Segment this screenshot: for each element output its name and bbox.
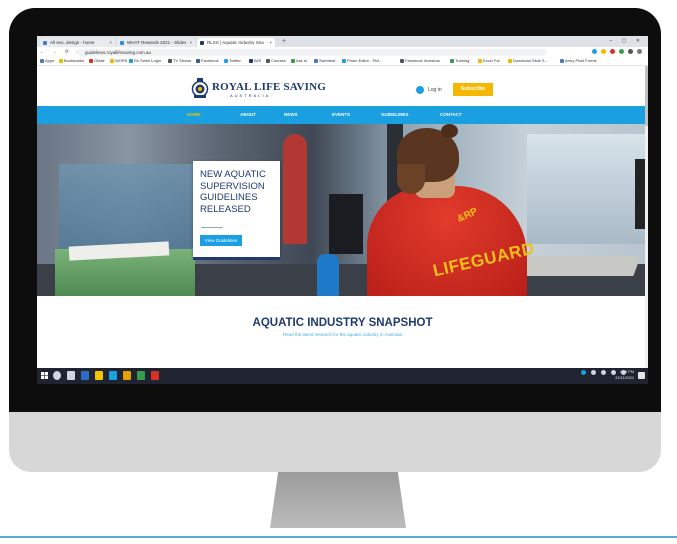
extension-icon[interactable]	[619, 49, 624, 54]
tab-favicon-icon	[43, 40, 47, 45]
nav-item-contact[interactable]: CONTACT	[440, 106, 462, 124]
app-icon[interactable]	[151, 371, 159, 380]
brand-name[interactable]: ROYAL LIFE SAVING	[212, 81, 326, 93]
task-view-icon[interactable]	[67, 371, 75, 380]
hero-banner: &RP LIFEGUARD	[37, 124, 648, 296]
close-icon[interactable]: ×	[109, 38, 112, 47]
bookmark-item[interactable]: Apps	[40, 57, 54, 65]
close-icon[interactable]: ×	[269, 38, 272, 47]
notification-icon[interactable]	[638, 372, 645, 379]
extension-icon[interactable]	[601, 49, 606, 54]
site-header: ROYAL LIFE SAVING AUSTRALIA Log in Subsc…	[37, 66, 648, 106]
bookmark-item[interactable]: Facebook	[196, 57, 219, 65]
bookmark-item[interactable]: Bookmarks	[59, 57, 84, 65]
hero-water-bottle	[317, 254, 339, 296]
new-tab-button[interactable]: +	[282, 37, 286, 46]
app-icon[interactable]	[123, 371, 131, 380]
bookmark-item[interactable]: GMail	[89, 57, 104, 65]
bookmark-item[interactable]: WORK	[110, 57, 127, 65]
section-title: AQUATIC INDUSTRY SNAPSHOT	[252, 317, 433, 329]
window-controls[interactable]: – ▢ ✕	[610, 37, 644, 46]
hero-monitor	[329, 194, 363, 254]
hero-title: NEW AQUATIC SUPERVISION GUIDELINES RELEA…	[200, 169, 266, 215]
nav-item-events[interactable]: EVENTS	[332, 106, 350, 124]
nav-item-guidelines[interactable]: GUIDELINES	[381, 106, 409, 124]
tab-label: RLSS | Aquatic Industry Sna	[207, 40, 264, 45]
profile-icon[interactable]	[628, 49, 633, 54]
bookmark-item[interactable]: Training	[450, 57, 469, 65]
promo-accent-bar	[193, 257, 280, 260]
search-icon[interactable]	[53, 371, 61, 380]
bookmarks-bar: Apps Bookmarks GMail WORK Ro Swim Login TV Sh…	[37, 57, 648, 66]
bookmark-item[interactable]: Photo Editor - Pixl...	[342, 57, 382, 65]
clock[interactable]: 1:53 PM 22/11/2021	[615, 370, 634, 381]
extension-icon[interactable]	[610, 49, 615, 54]
extension-icon[interactable]	[592, 49, 597, 54]
hero-lifeguard-jacket	[367, 186, 527, 296]
browser-tab-bar: All seo, design - home × WHAT Rewards 20…	[37, 36, 648, 47]
menu-icon[interactable]	[637, 49, 642, 54]
bookmark-item[interactable]: Download Slide S...	[508, 57, 548, 65]
section-subtitle[interactable]: Read the latest research for the aquatic…	[37, 332, 648, 337]
nav-item-news[interactable]: NEWS	[284, 106, 298, 124]
rlss-crest-icon[interactable]	[191, 78, 209, 98]
tab-label: All seo, design - home	[50, 40, 95, 45]
bookmark-item[interactable]: Courses	[266, 57, 286, 65]
chevron-up-icon[interactable]	[591, 370, 596, 375]
windows-taskbar: 1:53 PM 22/11/2021	[37, 368, 648, 384]
bookmark-item[interactable]: Excel For	[478, 57, 500, 65]
subscribe-button[interactable]: Subscribe	[453, 83, 493, 96]
browser-icon[interactable]	[109, 371, 117, 380]
url-input[interactable]: guidelines.royallifesaving.com.au	[77, 48, 547, 56]
close-icon[interactable]: ×	[189, 38, 192, 47]
bookmark-item[interactable]: IMS	[249, 57, 261, 65]
scrollbar-thumb[interactable]	[645, 66, 648, 126]
bookmark-item[interactable]: Ro Swim Login	[129, 57, 161, 65]
promo-divider	[201, 227, 223, 228]
hero-lifeguard-hair	[441, 124, 458, 138]
monitor-chin	[9, 412, 661, 472]
hero-lifeguard-beard	[397, 164, 425, 194]
word-icon[interactable]	[81, 371, 89, 380]
browser-tab-active[interactable]: RLSS | Aquatic Industry Sna ×	[197, 38, 275, 47]
login-link[interactable]: Log in	[428, 86, 442, 94]
main-nav: HOME ABOUT NEWS EVENTS GUIDELINES CONTAC…	[37, 106, 648, 124]
bookmark-item[interactable]: Army Pixel Forms	[560, 57, 597, 65]
file-explorer-icon[interactable]	[95, 371, 103, 380]
hero-promo-card: NEW AQUATIC SUPERVISION GUIDELINES RELEA…	[193, 161, 280, 257]
user-icon[interactable]	[416, 86, 424, 94]
extension-icons	[592, 49, 642, 54]
browser-tab[interactable]: All seo, design - home ×	[40, 38, 115, 47]
floor-line	[0, 536, 677, 538]
browser-tab[interactable]: WHAT Rewards 2021 - Slides ×	[117, 38, 195, 47]
tab-label: WHAT Rewards 2021 - Slides	[127, 40, 187, 45]
nav-item-home[interactable]: HOME	[187, 106, 201, 124]
taskbar-apps	[53, 371, 159, 380]
tab-favicon-icon	[200, 40, 204, 45]
bookmark-item[interactable]: Facebook Investors	[400, 57, 440, 65]
hero-window	[527, 134, 648, 244]
tray-app-icon[interactable]	[581, 370, 586, 375]
brand-subtitle: AUSTRALIA	[230, 93, 271, 98]
app-icon[interactable]	[137, 371, 145, 380]
bookmark-item[interactable]: Ask to	[291, 57, 307, 65]
monitor-stand	[270, 472, 406, 528]
tab-favicon-icon	[120, 40, 124, 45]
bookmark-item[interactable]: Twitter	[224, 57, 241, 65]
bookmark-item[interactable]: Swimfest	[314, 57, 335, 65]
screen: All seo, design - home × WHAT Rewards 20…	[37, 36, 648, 384]
clock-date: 22/11/2021	[615, 375, 634, 380]
nav-item-about[interactable]: ABOUT	[240, 106, 256, 124]
wifi-icon[interactable]	[601, 370, 606, 375]
view-guidelines-button[interactable]: View Guidelines	[200, 235, 242, 246]
hero-background-person	[283, 134, 307, 244]
windows-icon[interactable]	[41, 372, 48, 379]
bookmark-item[interactable]: TV Shows	[168, 57, 191, 65]
